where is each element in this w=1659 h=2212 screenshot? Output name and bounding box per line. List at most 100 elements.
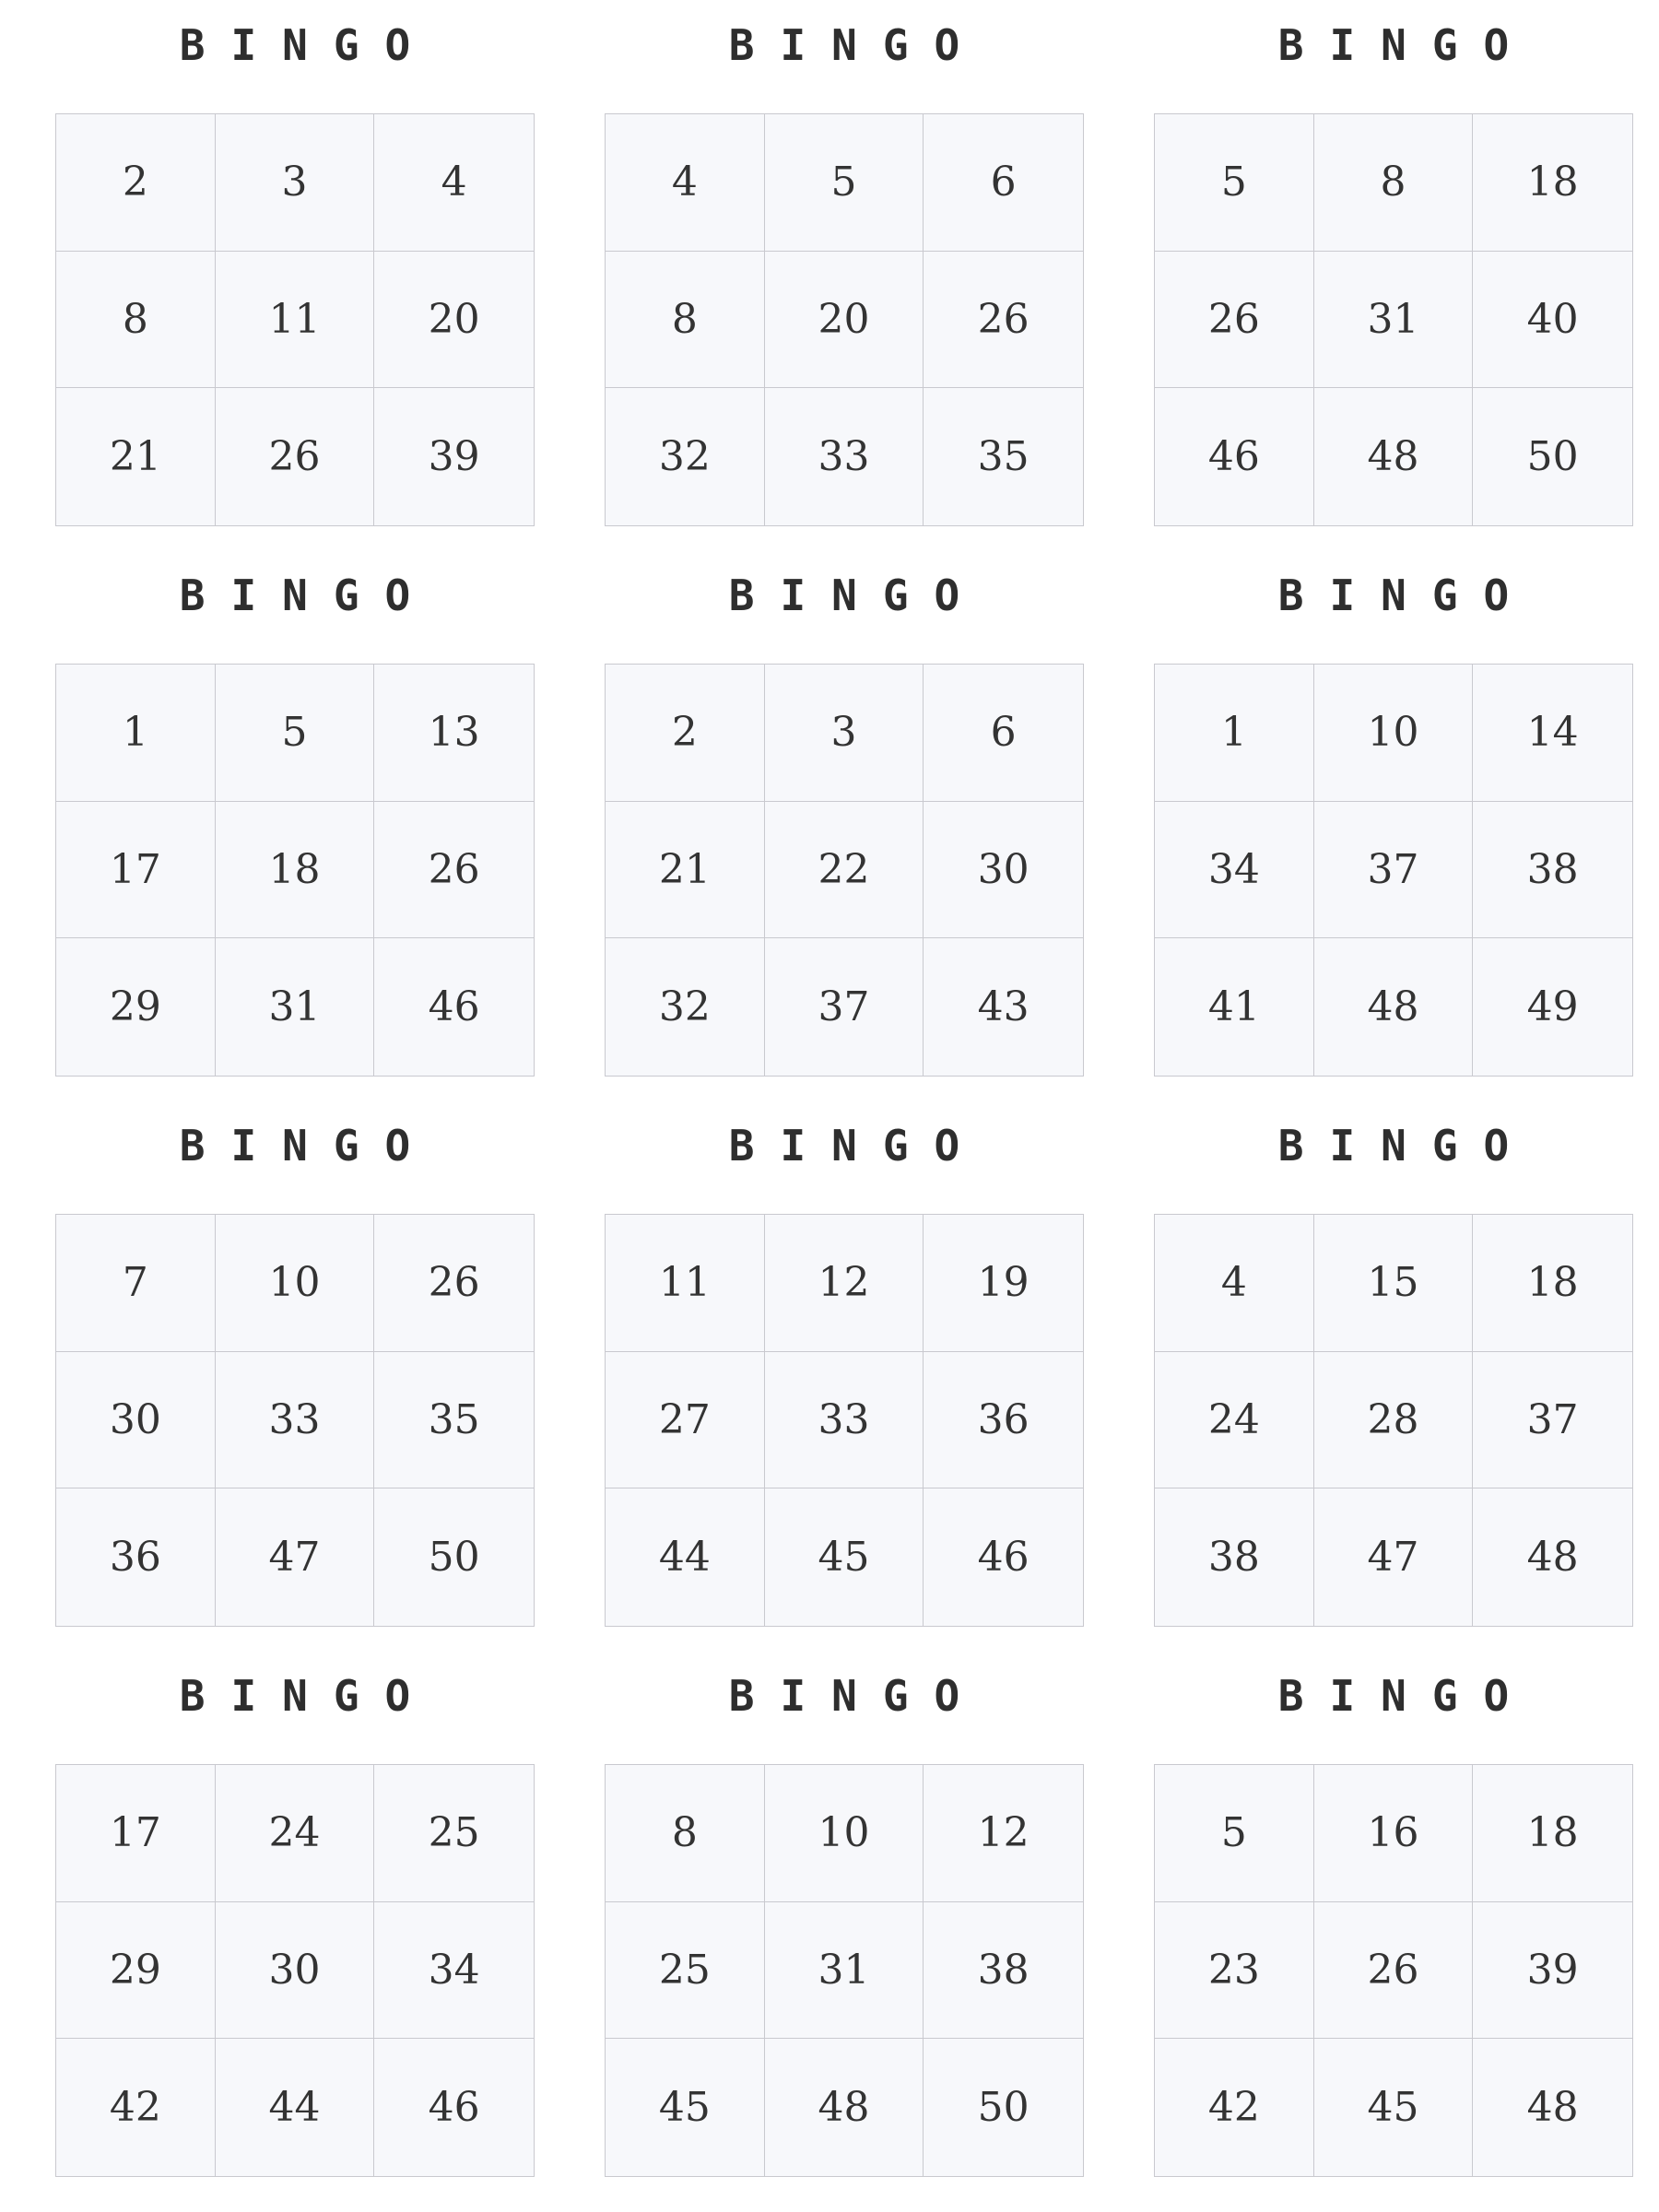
bingo-cell[interactable]: 8 [606,1765,765,1902]
bingo-cell[interactable]: 3 [215,114,375,252]
bingo-cell[interactable]: 15 [1313,1215,1474,1352]
bingo-cell[interactable]: 44 [215,2039,375,2176]
bingo-cell[interactable]: 26 [924,251,1083,389]
bingo-cell[interactable]: 27 [606,1351,765,1489]
bingo-cell[interactable]: 39 [1473,1901,1632,2040]
bingo-cell[interactable]: 36 [924,1351,1083,1489]
bingo-cell[interactable]: 5 [764,114,924,252]
bingo-cell[interactable]: 18 [215,801,375,939]
bingo-cell[interactable]: 45 [1313,2039,1474,2176]
bingo-cell[interactable]: 35 [924,388,1083,525]
bingo-cell[interactable]: 5 [1155,1765,1314,1902]
bingo-cell[interactable]: 46 [1155,388,1314,525]
bingo-cell[interactable]: 18 [1473,114,1632,252]
bingo-cell[interactable]: 25 [374,1765,534,1902]
bingo-cell[interactable]: 47 [215,1488,375,1626]
bingo-cell[interactable]: 6 [924,665,1083,802]
bingo-cell[interactable]: 5 [215,665,375,802]
bingo-cell[interactable]: 1 [1155,665,1314,802]
bingo-cell[interactable]: 26 [1155,251,1314,389]
bingo-cell[interactable]: 46 [924,1488,1083,1626]
bingo-cell[interactable]: 48 [764,2039,924,2176]
bingo-cell[interactable]: 23 [1155,1901,1314,2040]
bingo-cell[interactable]: 2 [606,665,765,802]
bingo-cell[interactable]: 20 [764,251,924,389]
bingo-cell[interactable]: 19 [924,1215,1083,1352]
bingo-cell[interactable]: 21 [606,801,765,939]
bingo-cell[interactable]: 4 [606,114,765,252]
bingo-cell[interactable]: 24 [1155,1351,1314,1489]
bingo-cell[interactable]: 8 [606,251,765,389]
bingo-cell[interactable]: 48 [1313,388,1474,525]
bingo-cell[interactable]: 26 [374,801,534,939]
bingo-cell[interactable]: 7 [56,1215,216,1352]
bingo-cell[interactable]: 11 [606,1215,765,1352]
bingo-cell[interactable]: 25 [606,1901,765,2040]
bingo-cell[interactable]: 36 [56,1488,216,1626]
bingo-cell[interactable]: 3 [764,665,924,802]
bingo-cell[interactable]: 20 [374,251,534,389]
bingo-cell[interactable]: 26 [1313,1901,1474,2040]
bingo-cell[interactable]: 29 [56,1901,216,2040]
bingo-cell[interactable]: 31 [764,1901,924,2040]
bingo-cell[interactable]: 17 [56,801,216,939]
bingo-cell[interactable]: 33 [215,1351,375,1489]
bingo-cell[interactable]: 30 [924,801,1083,939]
bingo-cell[interactable]: 49 [1473,938,1632,1076]
bingo-cell[interactable]: 26 [374,1215,534,1352]
bingo-cell[interactable]: 28 [1313,1351,1474,1489]
bingo-cell[interactable]: 46 [374,2039,534,2176]
bingo-cell[interactable]: 18 [1473,1765,1632,1902]
bingo-cell[interactable]: 1 [56,665,216,802]
bingo-cell[interactable]: 45 [606,2039,765,2176]
bingo-cell[interactable]: 50 [1473,388,1632,525]
bingo-cell[interactable]: 42 [1155,2039,1314,2176]
bingo-cell[interactable]: 48 [1473,1488,1632,1626]
bingo-cell[interactable]: 37 [764,938,924,1076]
bingo-cell[interactable]: 29 [56,938,216,1076]
bingo-cell[interactable]: 38 [1473,801,1632,939]
bingo-cell[interactable]: 13 [374,665,534,802]
bingo-cell[interactable]: 41 [1155,938,1314,1076]
bingo-cell[interactable]: 31 [1313,251,1474,389]
bingo-cell[interactable]: 10 [764,1765,924,1902]
bingo-cell[interactable]: 30 [215,1901,375,2040]
bingo-cell[interactable]: 43 [924,938,1083,1076]
bingo-cell[interactable]: 24 [215,1765,375,1902]
bingo-cell[interactable]: 8 [1313,114,1474,252]
bingo-cell[interactable]: 34 [374,1901,534,2040]
bingo-cell[interactable]: 50 [924,2039,1083,2176]
bingo-cell[interactable]: 6 [924,114,1083,252]
bingo-cell[interactable]: 33 [764,388,924,525]
bingo-cell[interactable]: 34 [1155,801,1314,939]
bingo-cell[interactable]: 18 [1473,1215,1632,1352]
bingo-cell[interactable]: 12 [764,1215,924,1352]
bingo-cell[interactable]: 38 [1155,1488,1314,1626]
bingo-cell[interactable]: 44 [606,1488,765,1626]
bingo-cell[interactable]: 40 [1473,251,1632,389]
bingo-cell[interactable]: 4 [1155,1215,1314,1352]
bingo-cell[interactable]: 38 [924,1901,1083,2040]
bingo-cell[interactable]: 17 [56,1765,216,1902]
bingo-cell[interactable]: 26 [215,388,375,525]
bingo-cell[interactable]: 12 [924,1765,1083,1902]
bingo-cell[interactable]: 11 [215,251,375,389]
bingo-cell[interactable]: 14 [1473,665,1632,802]
bingo-cell[interactable]: 35 [374,1351,534,1489]
bingo-cell[interactable]: 46 [374,938,534,1076]
bingo-cell[interactable]: 47 [1313,1488,1474,1626]
bingo-cell[interactable]: 5 [1155,114,1314,252]
bingo-cell[interactable]: 32 [606,388,765,525]
bingo-cell[interactable]: 42 [56,2039,216,2176]
bingo-cell[interactable]: 10 [215,1215,375,1352]
bingo-cell[interactable]: 48 [1313,938,1474,1076]
bingo-cell[interactable]: 45 [764,1488,924,1626]
bingo-cell[interactable]: 22 [764,801,924,939]
bingo-cell[interactable]: 37 [1473,1351,1632,1489]
bingo-cell[interactable]: 2 [56,114,216,252]
bingo-cell[interactable]: 4 [374,114,534,252]
bingo-cell[interactable]: 32 [606,938,765,1076]
bingo-cell[interactable]: 21 [56,388,216,525]
bingo-cell[interactable]: 37 [1313,801,1474,939]
bingo-cell[interactable]: 31 [215,938,375,1076]
